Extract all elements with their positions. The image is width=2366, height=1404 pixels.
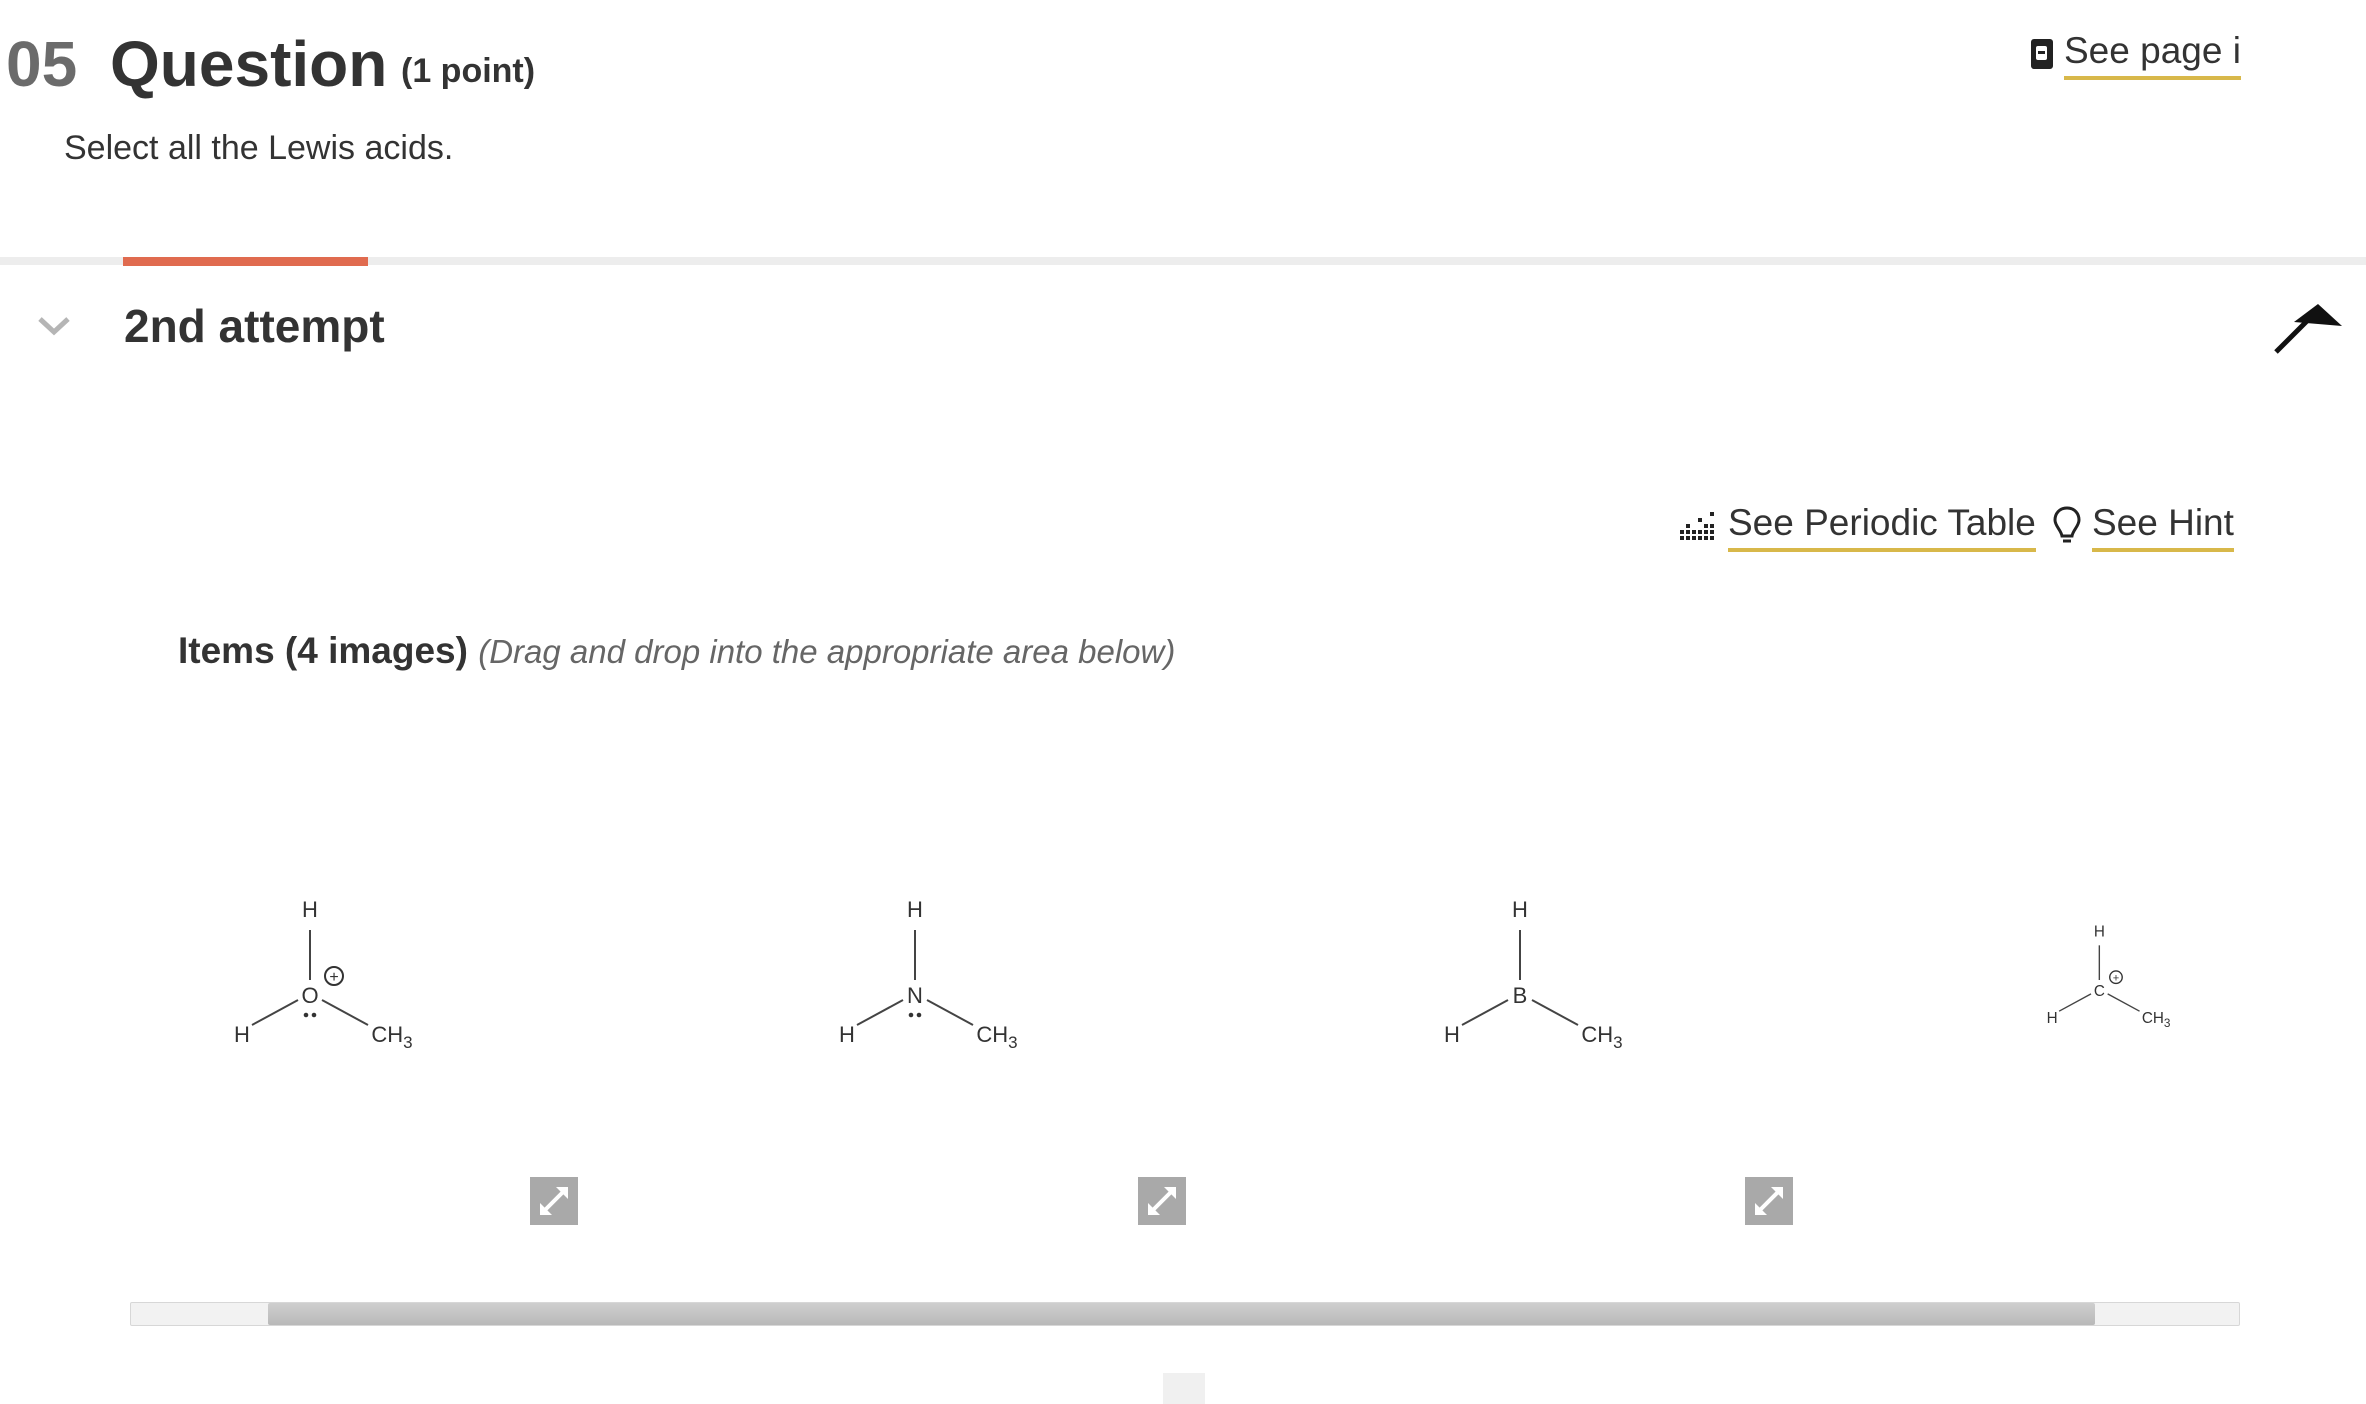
see-hint-link[interactable]: See Hint <box>2052 500 2234 552</box>
pin-icon[interactable] <box>2270 300 2346 356</box>
expand-icon <box>540 1187 568 1215</box>
chevron-down-icon[interactable] <box>36 313 72 337</box>
see-page-label[interactable]: See page i <box>2064 28 2241 80</box>
molecule-atom-right: CH3 <box>2142 1010 2171 1030</box>
see-page-link[interactable]: See page i <box>2030 28 2241 80</box>
molecule-item-4[interactable]: H C + H CH3 <box>2030 890 2238 1070</box>
molecule-charge: + <box>329 969 338 986</box>
molecule-atom-left: H <box>1444 1022 1460 1047</box>
molecule-atom-right: CH3 <box>371 1022 412 1052</box>
molecule-atom-top: H <box>2094 923 2105 940</box>
molecule-atom-right: CH3 <box>1581 1022 1622 1052</box>
molecule-item-3[interactable]: H B H CH3 <box>1420 890 1720 1070</box>
molecule-atom-center: B <box>1513 983 1528 1008</box>
molecule-atom-center: O <box>301 983 318 1008</box>
molecule-atom-top: H <box>907 897 923 922</box>
molecule-atom-top: H <box>302 897 318 922</box>
see-hint-label[interactable]: See Hint <box>2092 500 2234 552</box>
question-points: (1 point) <box>401 52 536 90</box>
expand-icon <box>1148 1187 1176 1215</box>
molecule-atom-center: C <box>2094 983 2105 1000</box>
book-icon <box>2031 39 2053 69</box>
molecule-atom-left: H <box>839 1022 855 1047</box>
molecule-atom-left: H <box>234 1022 250 1047</box>
question-title: Question <box>110 28 388 100</box>
items-title: Items (4 images) <box>178 630 468 671</box>
attempt-tab-indicator <box>123 257 368 266</box>
molecule-atom-left: H <box>2047 1010 2058 1027</box>
molecule-atom-center: N <box>907 983 923 1008</box>
expand-image-button-2[interactable] <box>1138 1177 1186 1225</box>
molecule-charge: + <box>2113 972 2119 984</box>
molecule-item-2[interactable]: H N H CH3 <box>815 890 1115 1070</box>
see-periodic-table-link[interactable]: See Periodic Table <box>1680 500 2036 552</box>
periodic-table-icon <box>1680 512 1714 540</box>
items-scrollbar-thumb[interactable] <box>268 1303 2095 1325</box>
drop-area-handle[interactable] <box>1163 1373 1205 1404</box>
lightbulb-icon <box>2053 506 2081 543</box>
items-heading: Items (4 images) (Drag and drop into the… <box>178 628 1175 675</box>
items-instruction: (Drag and drop into the appropriate area… <box>478 633 1176 670</box>
question-prompt: Select all the Lewis acids. <box>64 129 454 167</box>
expand-image-button-3[interactable] <box>1745 1177 1793 1225</box>
see-periodic-table-label[interactable]: See Periodic Table <box>1728 500 2036 552</box>
molecule-atom-right: CH3 <box>976 1022 1017 1052</box>
attempt-label[interactable]: 2nd attempt <box>124 298 385 354</box>
molecule-item-1[interactable]: H O + H CH3 <box>210 890 510 1070</box>
expand-image-button-1[interactable] <box>530 1177 578 1225</box>
expand-icon <box>1755 1187 1783 1215</box>
question-number: 05 <box>6 28 78 100</box>
molecule-atom-top: H <box>1512 897 1528 922</box>
